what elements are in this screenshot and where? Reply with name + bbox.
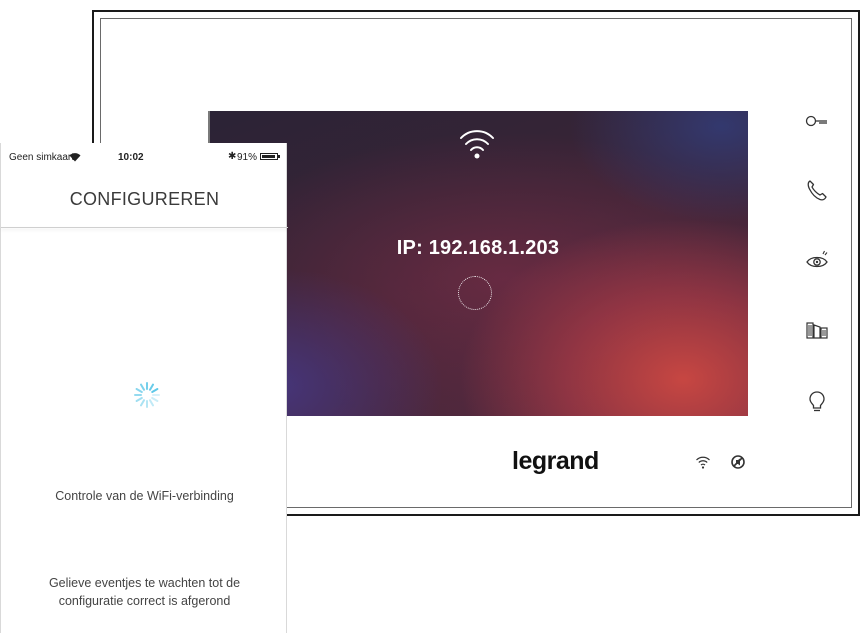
bluetooth-icon: ✱ <box>228 151 237 162</box>
eye-icon[interactable] <box>805 248 829 272</box>
battery-fill <box>262 155 275 158</box>
wifi-check-message: Controle van de WiFi-verbinding <box>55 489 234 503</box>
legrand-logo: legrand <box>512 447 599 475</box>
key-icon[interactable] <box>805 109 829 133</box>
wait-message: Gelieve eventjes te wachten tot de confi… <box>48 576 241 608</box>
page-title: CONFIGUREREN <box>69 189 220 209</box>
loading-circle-icon <box>458 276 492 310</box>
loading-spinner-icon <box>134 382 160 408</box>
spinner-tick <box>135 397 143 402</box>
phone-screen: Geen simkaart 10:02 ✱ 91% CONFIGUREREN C… <box>0 143 288 633</box>
mute-icon <box>731 455 745 469</box>
header-divider <box>1 227 288 228</box>
gate-icon[interactable] <box>805 318 829 342</box>
wifi-status-icon <box>696 456 710 469</box>
spinner-tick <box>140 383 145 391</box>
carrier-label: Geen simkaart <box>9 152 75 163</box>
spinner-tick <box>149 399 154 407</box>
wifi-icon <box>460 130 494 159</box>
status-bar: Geen simkaart 10:02 ✱ 91% <box>1 143 288 171</box>
device-screen: IP: 192.168.1.203 <box>208 111 748 416</box>
spinner-tick <box>151 388 159 393</box>
status-time: 10:02 <box>118 152 144 163</box>
battery-tip <box>278 155 280 158</box>
spinner-tick <box>151 397 159 402</box>
light-bulb-icon[interactable] <box>805 389 829 413</box>
phone-icon[interactable] <box>805 178 829 202</box>
spinner-tick <box>140 399 145 407</box>
wifi-signal-icon <box>69 153 81 162</box>
battery-percent: 91% <box>237 152 258 163</box>
battery-icon <box>260 153 278 160</box>
spinner-tick <box>149 383 154 391</box>
spinner-tick <box>135 388 143 393</box>
ip-address-label: IP: 192.168.1.203 <box>396 237 560 259</box>
